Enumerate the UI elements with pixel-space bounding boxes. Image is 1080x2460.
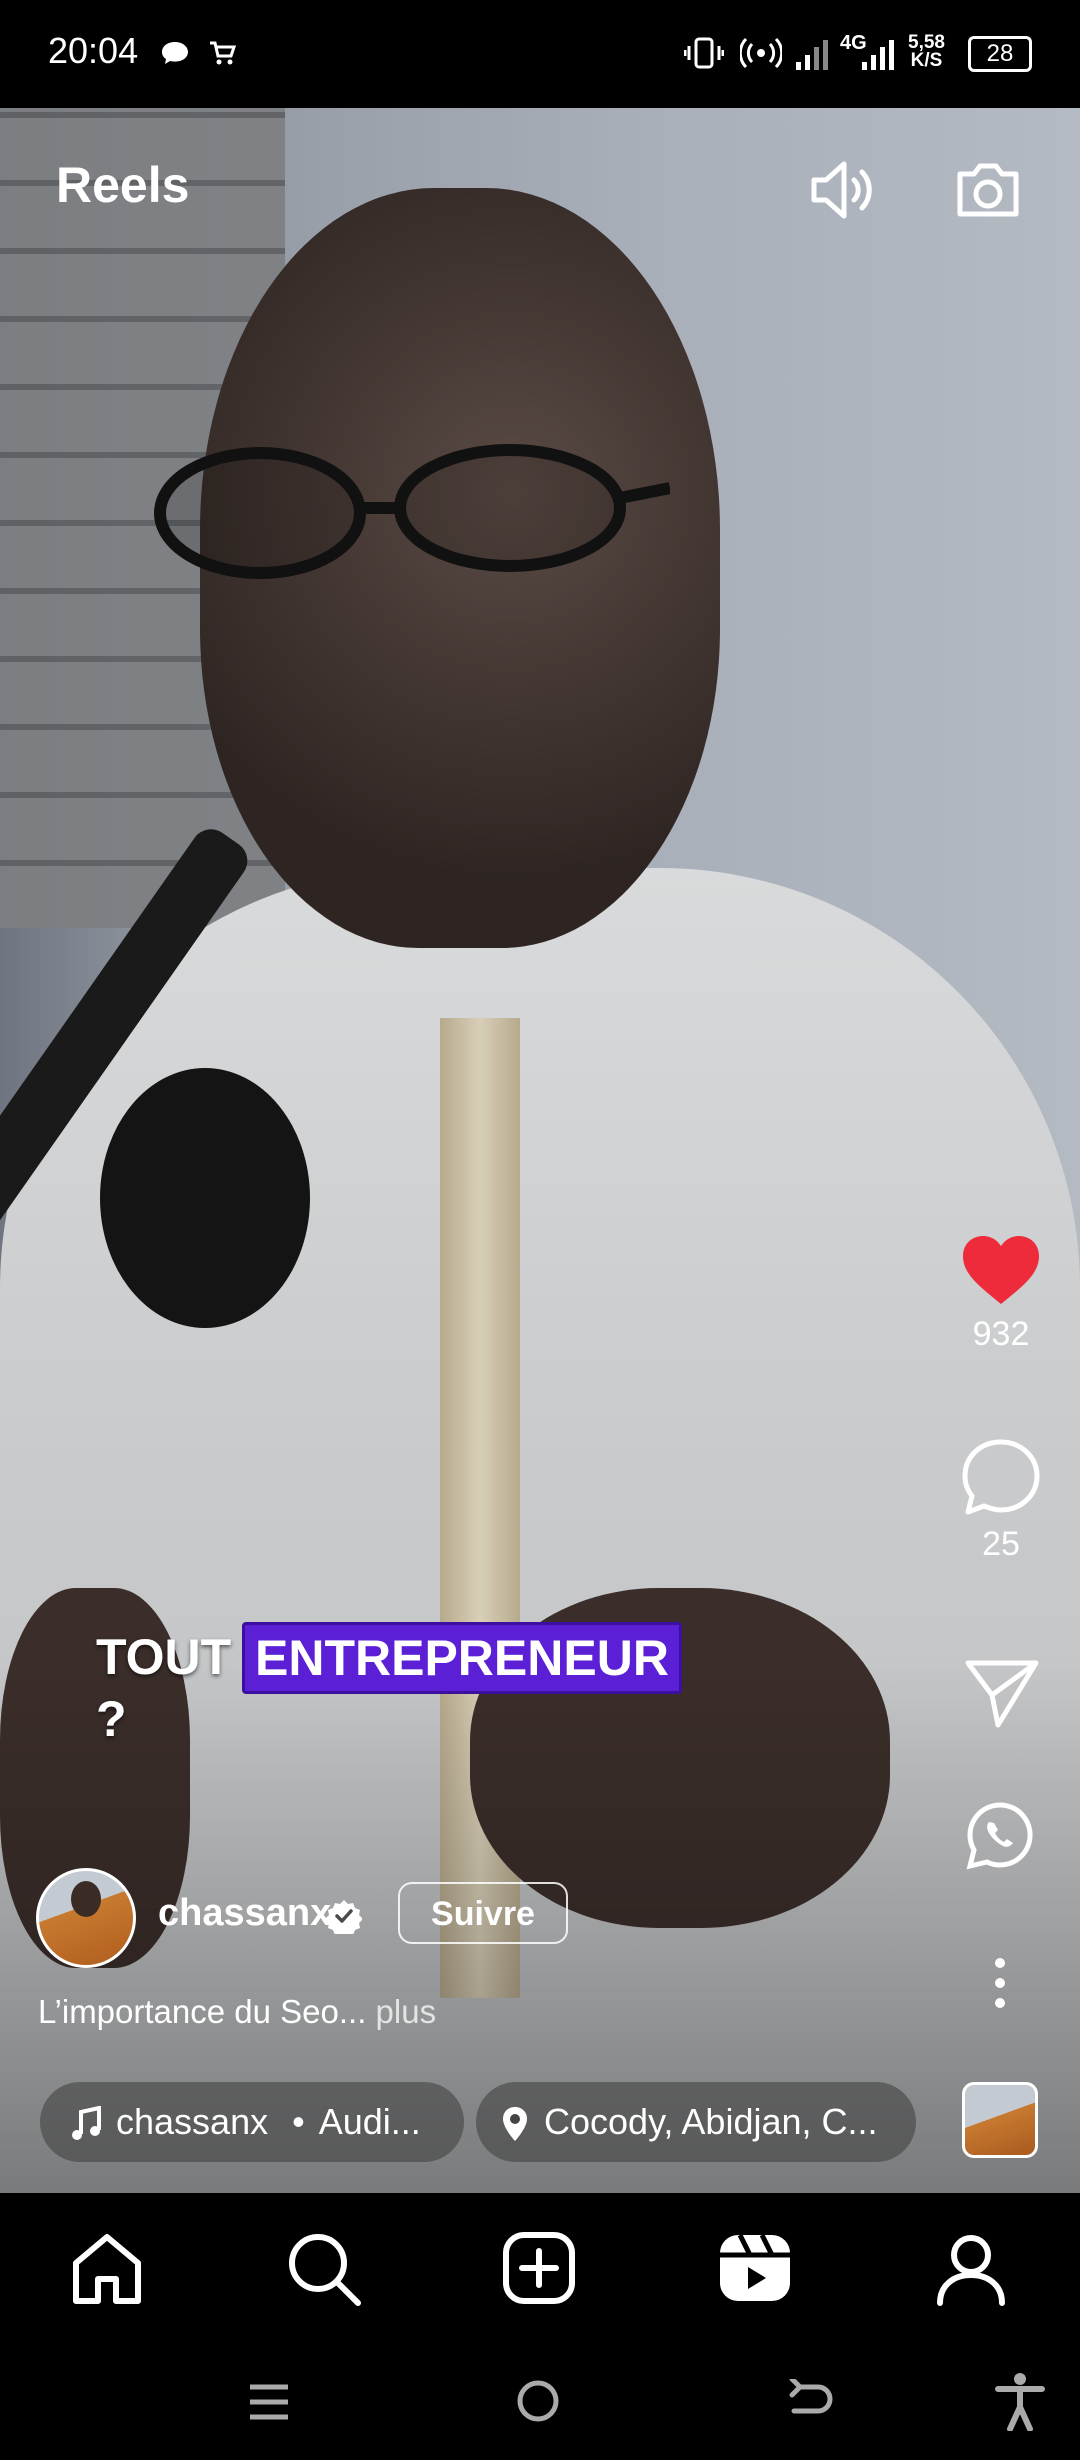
search-icon[interactable]	[278, 2223, 368, 2313]
speaker-icon[interactable]	[806, 152, 882, 228]
audio-track: Audi...	[318, 2101, 421, 2142]
comment-count: 25	[982, 1525, 1020, 1563]
reel-description[interactable]: L’importance du Seo... plus	[38, 1993, 436, 2031]
location-pin-icon	[503, 2107, 527, 2142]
video-caption-line-2: ?	[96, 1691, 127, 1747]
vibrate-icon	[684, 37, 724, 69]
like-count: 932	[972, 1315, 1030, 1353]
verified-badge-icon	[326, 1900, 362, 1934]
status-bar: 20:04 4G 5,58 K/S 28	[0, 0, 1080, 108]
avatar[interactable]	[36, 1868, 136, 1968]
video-caption-word-2: ENTREPRENEUR	[242, 1622, 682, 1694]
share-icon[interactable]	[962, 1655, 1042, 1731]
audio-pill[interactable]: chassanx • Audi...	[40, 2082, 464, 2162]
system-home-icon[interactable]	[514, 2377, 562, 2425]
signal-icon-2	[862, 40, 894, 70]
reel-video[interactable]	[0, 108, 1080, 2193]
like-button[interactable]: 932	[955, 1230, 1047, 1354]
camera-icon[interactable]	[950, 152, 1026, 228]
more-options-icon[interactable]	[990, 1955, 1010, 2011]
accessibility-icon[interactable]	[994, 2371, 1046, 2431]
page-title: Reels	[56, 157, 190, 213]
avatar-face	[71, 1881, 101, 1917]
heart-icon	[963, 1236, 1039, 1304]
create-icon[interactable]	[494, 2223, 584, 2313]
cart-icon	[210, 41, 236, 65]
hotspot-icon	[740, 37, 782, 69]
follow-button[interactable]: Suivre	[398, 1882, 568, 1944]
whatsapp-icon[interactable]	[964, 1800, 1036, 1872]
bottom-nav	[0, 2193, 1080, 2343]
video-glasses	[154, 444, 670, 579]
location-pill[interactable]: Cocody, Abidjan, C...	[476, 2082, 916, 2162]
network-speed: 5,58 K/S	[908, 32, 945, 71]
battery-indicator: 28	[968, 36, 1032, 72]
comment-button[interactable]: 25	[955, 1436, 1047, 1564]
audio-thumbnail[interactable]	[962, 2082, 1038, 2158]
home-icon[interactable]	[62, 2223, 152, 2313]
music-note-icon	[72, 2105, 101, 2141]
system-nav-bar	[0, 2343, 1080, 2460]
recents-icon[interactable]	[246, 2381, 292, 2423]
video-microphone	[100, 1068, 310, 1328]
reels-icon[interactable]	[710, 2223, 800, 2313]
audio-separator: •	[292, 2101, 305, 2142]
back-icon[interactable]	[786, 2379, 834, 2425]
video-caption-word-1: TOUT	[96, 1629, 232, 1685]
username[interactable]: chassanx	[158, 1892, 331, 1935]
profile-icon[interactable]	[926, 2223, 1016, 2313]
location-label: Cocody, Abidjan, C...	[544, 2101, 878, 2142]
comment-icon	[962, 1439, 1040, 1515]
signal-icon	[796, 40, 828, 70]
chat-bubble-icon	[162, 42, 188, 64]
status-time: 20:04	[48, 30, 139, 71]
audio-artist: chassanx	[116, 2101, 269, 2142]
more-link: plus	[375, 1993, 437, 2030]
